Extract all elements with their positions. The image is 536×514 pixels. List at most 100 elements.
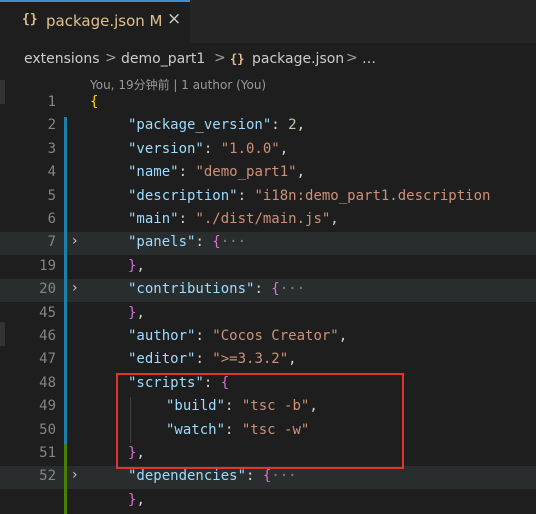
close-icon[interactable]: × — [167, 9, 181, 29]
git-added-marker[interactable] — [64, 444, 67, 514]
code-line[interactable]: 46 "author": "Cocos Creator", — [0, 326, 536, 349]
json-key: "editor" — [128, 351, 196, 368]
json-key: "panels" — [128, 234, 196, 251]
line-number: 6 — [47, 211, 56, 227]
json-punctuation: { — [90, 94, 99, 110]
json-punctuation: , — [296, 164, 306, 181]
json-number: 2 — [288, 117, 297, 134]
json-string: "Cocos Creator" — [212, 328, 339, 344]
highlight-annotation-box — [116, 373, 404, 469]
code-line[interactable]: }, — [0, 490, 536, 513]
json-punctuation: : — [203, 140, 221, 157]
line-number: 46 — [39, 328, 56, 344]
line-number: 4 — [47, 164, 56, 181]
json-key: "package_version" — [128, 117, 272, 134]
code-line[interactable]: 4 "name": "demo_part1", — [0, 162, 536, 185]
json-punctuation: : — [237, 187, 255, 204]
json-key: "contributions" — [128, 281, 255, 298]
json-punctuation: , — [338, 328, 348, 344]
code-text: "editor": ">=3.3.2", — [128, 351, 297, 367]
line-number: 45 — [39, 304, 56, 321]
line-number: 51 — [39, 445, 56, 461]
code-text: "contributions": {··· — [128, 281, 305, 297]
line-number: 20 — [39, 281, 56, 298]
breadcrumb-item-more[interactable]: … — [362, 51, 376, 67]
json-string: "./dist/main.js" — [195, 211, 331, 227]
fold-chevron-icon[interactable]: › — [72, 233, 78, 249]
json-punctuation: , — [136, 304, 145, 321]
json-key: "dependencies" — [128, 468, 247, 485]
json-file-icon: {} — [22, 12, 38, 27]
code-line[interactable]: 47 "editor": ">=3.3.2", — [0, 349, 536, 372]
json-punctuation: , — [279, 140, 289, 157]
code-line[interactable]: 20 › "contributions": {··· — [0, 279, 536, 303]
tab-active-indicator — [0, 0, 190, 2]
tab-bar: {} package.json M × — [0, 0, 536, 43]
line-number: 50 — [39, 421, 56, 438]
chevron-right-icon: > — [346, 50, 358, 66]
breadcrumb-item-extensions[interactable]: extensions — [24, 51, 100, 67]
breadcrumb: extensions > demo_part1 > {} package.jso… — [0, 44, 536, 74]
code-line[interactable]: 2 "package_version": 2, — [0, 115, 536, 138]
tab-label: package.json M — [46, 12, 163, 30]
code-line[interactable]: 19}, — [0, 256, 536, 279]
code-line[interactable]: 1{ — [0, 92, 536, 115]
json-key: "author" — [128, 328, 196, 344]
breadcrumb-item-package-json[interactable]: package.json — [252, 51, 344, 67]
code-text: "dependencies": {··· — [128, 468, 297, 484]
json-punctuation: : — [195, 234, 213, 251]
tab-package-json[interactable]: {} package.json M × — [0, 0, 190, 43]
code-text: "panels": {··· — [128, 234, 246, 250]
code-text: "package_version": 2, — [128, 117, 305, 133]
line-number: 2 — [47, 117, 56, 134]
json-string: ">=3.3.2" — [212, 351, 289, 368]
chevron-right-icon: > — [214, 50, 226, 66]
json-punctuation: ··· — [271, 468, 297, 485]
line-number: 3 — [47, 140, 56, 157]
code-line[interactable]: 45}, — [0, 303, 536, 326]
code-text: "description": "i18n:demo_part1.descript… — [128, 188, 490, 204]
code-line[interactable]: 3 "version": "1.0.0", — [0, 139, 536, 162]
json-key: "version" — [128, 140, 204, 157]
git-modified-marker[interactable] — [64, 117, 67, 491]
code-text: { — [90, 94, 98, 110]
json-punctuation: : — [254, 281, 272, 298]
json-key: "main" — [128, 211, 179, 227]
json-string: "i18n:demo_part1.description — [254, 187, 491, 204]
line-number: 1 — [47, 94, 56, 110]
chevron-right-icon: > — [105, 50, 117, 66]
json-punctuation: , — [136, 491, 145, 508]
line-number: 52 — [39, 468, 56, 485]
line-number: 49 — [39, 398, 56, 415]
code-text: "name": "demo_part1", — [128, 164, 305, 180]
code-line[interactable]: 52 › "dependencies": {··· — [0, 466, 536, 490]
json-punctuation: { — [271, 281, 280, 298]
code-line[interactable]: 6 "main": "./dist/main.js", — [0, 209, 536, 232]
json-punctuation: ··· — [220, 234, 247, 251]
json-string: "demo_part1" — [195, 164, 297, 181]
fold-chevron-icon[interactable]: › — [72, 467, 78, 483]
code-text: "version": "1.0.0", — [128, 141, 288, 157]
json-key: "description" — [128, 187, 238, 204]
code-text: }, — [128, 258, 145, 274]
breadcrumb-item-demo-part1[interactable]: demo_part1 — [121, 51, 205, 67]
json-punctuation: , — [296, 117, 306, 134]
git-blame-codelens[interactable]: You, 19分钟前 | 1 author (You) — [90, 76, 266, 93]
code-text: "author": "Cocos Creator", — [128, 328, 347, 344]
fold-chevron-icon[interactable]: › — [72, 280, 78, 296]
json-punctuation: : — [246, 468, 263, 485]
json-punctuation: , — [330, 211, 339, 227]
line-number: 47 — [39, 351, 56, 368]
line-number: 48 — [39, 374, 56, 391]
code-text: }, — [128, 305, 145, 321]
json-punctuation: : — [271, 117, 289, 134]
code-text: "main": "./dist/main.js", — [128, 211, 339, 227]
json-punctuation: : — [195, 328, 213, 344]
line-number: 5 — [47, 187, 56, 204]
code-line[interactable]: 7 › "panels": {··· — [0, 232, 536, 256]
code-line[interactable]: 5 "description": "i18n:demo_part1.descrip… — [0, 186, 536, 209]
json-punctuation: , — [136, 257, 145, 274]
json-punctuation: : — [195, 351, 213, 368]
code-text: }, — [128, 492, 145, 508]
json-punctuation: : — [178, 211, 196, 227]
